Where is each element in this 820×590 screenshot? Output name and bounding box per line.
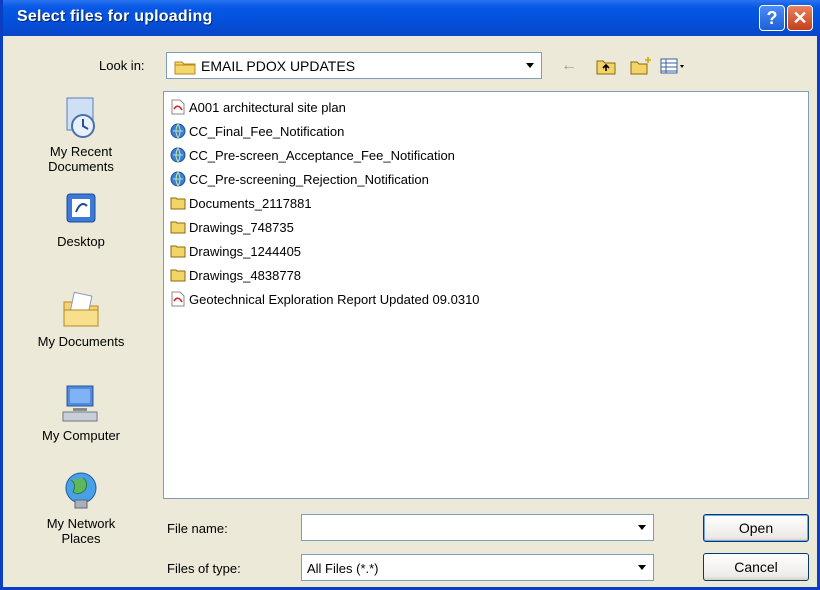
list-item[interactable]: Documents_2117881 — [170, 192, 312, 214]
file-name: Documents_2117881 — [189, 195, 312, 211]
places-bar: My Recent Documents Desktop My Documents — [15, 90, 147, 580]
up-folder-icon[interactable] — [595, 56, 617, 76]
back-icon[interactable]: ← — [561, 56, 583, 76]
file-name: Drawings_748735 — [189, 219, 294, 235]
list-item[interactable]: Drawings_4838778 — [170, 264, 301, 286]
folder-icon — [170, 197, 186, 210]
place-my-network-places[interactable]: My Network Places — [15, 470, 147, 546]
cancel-button[interactable]: Cancel — [703, 553, 809, 581]
place-label: My Recent Documents — [48, 144, 114, 174]
place-my-recent-documents[interactable]: My Recent Documents — [15, 96, 147, 174]
view-menu-icon[interactable] — [659, 56, 687, 76]
list-item[interactable]: CC_Final_Fee_Notification — [170, 120, 344, 142]
files-of-type-dropdown-arrow-icon[interactable] — [633, 556, 652, 579]
place-my-computer[interactable]: My Computer — [15, 382, 147, 443]
list-item[interactable]: CC_Pre-screening_Rejection_Notification — [170, 168, 429, 190]
pdf-file-icon — [171, 291, 185, 307]
pdf-file-icon — [171, 99, 185, 115]
look-in-label: Look in: — [99, 58, 145, 73]
folder-icon — [174, 61, 196, 75]
file-list[interactable]: A001 architectural site plan CC_Final_Fe… — [163, 91, 809, 499]
file-name-combo[interactable] — [301, 514, 654, 541]
file-name: CC_Pre-screen_Acceptance_Fee_Notificatio… — [189, 147, 455, 163]
recent-documents-icon — [66, 97, 95, 138]
new-folder-icon[interactable] — [629, 56, 653, 76]
web-file-icon — [170, 171, 186, 187]
file-name: Geotechnical Exploration Report Updated … — [189, 291, 480, 307]
place-desktop[interactable]: Desktop — [15, 190, 147, 249]
place-label: My Computer — [41, 428, 121, 443]
list-item[interactable]: Drawings_1244405 — [170, 240, 301, 262]
file-name: Drawings_4838778 — [189, 267, 302, 283]
my-documents-icon — [63, 291, 99, 327]
list-item[interactable]: Geotechnical Exploration Report Updated … — [170, 288, 480, 310]
file-name: CC_Final_Fee_Notification — [189, 123, 345, 139]
network-places-icon — [65, 472, 97, 509]
file-dialog: Select files for uploading ? ✕ Look in: … — [0, 0, 820, 590]
desktop-icon — [66, 193, 96, 223]
file-name-input[interactable] — [304, 517, 630, 538]
folder-icon — [170, 245, 186, 258]
close-button[interactable]: ✕ — [787, 5, 813, 31]
place-label: My Network Places — [46, 516, 116, 546]
file-name-dropdown-arrow-icon[interactable] — [633, 516, 652, 539]
look-in-dropdown-arrow-icon[interactable] — [521, 54, 540, 77]
look-in-value: EMAIL PDOX UPDATES — [201, 58, 356, 74]
place-label: My Documents — [37, 334, 125, 349]
dialog-title: Select files for uploading — [17, 8, 213, 25]
file-name: A001 architectural site plan — [189, 99, 346, 115]
list-item[interactable]: CC_Pre-screen_Acceptance_Fee_Notificatio… — [170, 144, 455, 166]
look-in-dropdown[interactable]: EMAIL PDOX UPDATES — [166, 52, 542, 79]
folder-icon — [170, 221, 186, 234]
files-of-type-value: All Files (*.*) — [307, 561, 379, 576]
files-of-type-dropdown[interactable]: All Files (*.*) — [301, 554, 654, 581]
list-item[interactable]: Drawings_748735 — [170, 216, 294, 238]
web-file-icon — [170, 147, 186, 163]
place-label: Desktop — [57, 234, 105, 249]
open-button[interactable]: Open — [703, 514, 809, 542]
files-of-type-label: Files of type: — [167, 561, 241, 576]
place-my-documents[interactable]: My Documents — [15, 288, 147, 349]
file-name-label: File name: — [167, 521, 228, 536]
my-computer-icon — [62, 385, 98, 422]
file-name: CC_Pre-screening_Rejection_Notification — [189, 171, 429, 187]
help-button[interactable]: ? — [759, 5, 785, 31]
title-bar[interactable]: Select files for uploading ? ✕ — [3, 0, 820, 36]
list-item[interactable]: A001 architectural site plan — [170, 96, 346, 118]
file-name: Drawings_1244405 — [189, 243, 302, 259]
web-file-icon — [170, 123, 186, 139]
folder-icon — [170, 269, 186, 282]
